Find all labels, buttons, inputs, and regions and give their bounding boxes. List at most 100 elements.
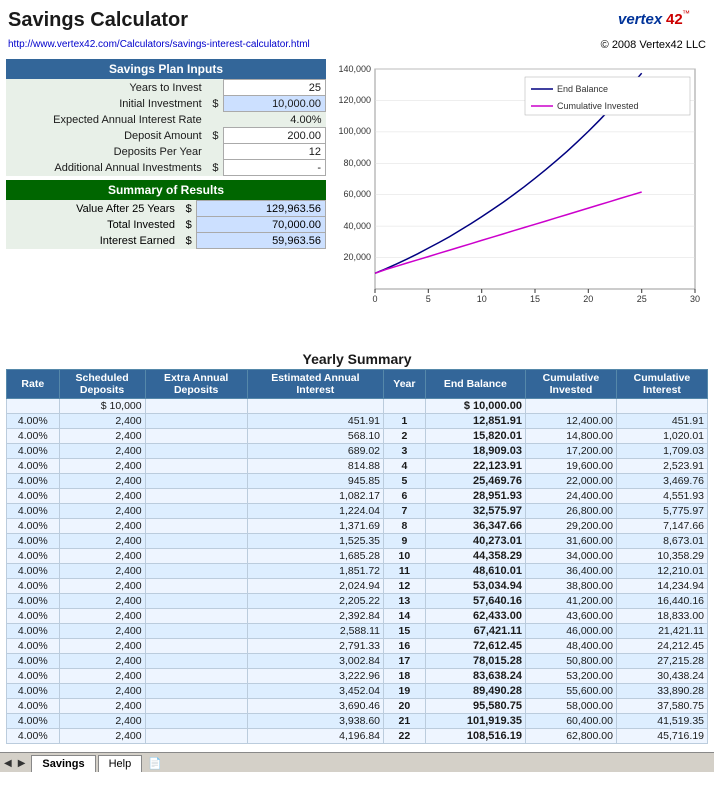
deposit-value[interactable]: 200.00 [224,128,326,144]
cell-year: 10 [384,549,426,564]
tab-insert-icon[interactable]: 📄 [148,757,162,770]
cell-year: 11 [384,564,426,579]
table-row: 4.00% 2,400 2,392.84 14 62,433.00 43,600… [7,609,708,624]
cell-rate: 4.00% [7,444,60,459]
cell-year: 7 [384,504,426,519]
col-header-interest: Estimated AnnualInterest [247,370,383,399]
rate-value: 4.00% [224,112,326,128]
cell-cum-interest: 14,234.94 [616,579,707,594]
cell-extra [145,474,247,489]
cell-cum-invested: 53,200.00 [525,669,616,684]
years-value[interactable]: 25 [224,80,326,96]
cell-interest: 2,588.11 [247,624,383,639]
cell-rate: 4.00% [7,504,60,519]
cell-end-balance: 78,015.28 [425,654,525,669]
cell-extra [145,564,247,579]
results-section-header: Summary of Results [6,180,326,200]
cell-end-balance: 28,951.93 [425,489,525,504]
cell-interest: 814.88 [247,459,383,474]
input-row-deposit: Deposit Amount $ 200.00 [6,128,326,144]
results-table: Value After 25 Years $ 129,963.56 Total … [6,200,326,249]
cell-end-balance: 101,919.35 [425,714,525,729]
cell-year: 9 [384,534,426,549]
cell-cum-invested: 58,000.00 [525,699,616,714]
cell-rate: 4.00% [7,684,60,699]
tab-scroll-right[interactable]: ▶ [18,758,26,769]
additional-dollar: $ [208,160,224,176]
cell-year: 1 [384,414,426,429]
cell-interest: 3,002.84 [247,654,383,669]
cell-cum-interest: 3,469.76 [616,474,707,489]
tab-scroll-left[interactable]: ◀ [4,758,12,769]
years-dollar [208,80,224,96]
cell-cum-invested: 24,400.00 [525,489,616,504]
input-row-rate: Expected Annual Interest Rate 4.00% [6,112,326,128]
cell-interest: 1,224.04 [247,504,383,519]
cell-year: 22 [384,729,426,744]
cell-cum-interest: 30,438.24 [616,669,707,684]
cell-cum-invested: 31,600.00 [525,534,616,549]
svg-text:25: 25 [637,294,647,304]
result-row-invested: Total Invested $ 70,000.00 [6,217,326,233]
cell-interest: 3,222.96 [247,669,383,684]
cell-interest: 1,685.28 [247,549,383,564]
cell-extra [145,639,247,654]
cell-interest: 2,024.94 [247,579,383,594]
cell-interest: 3,452.04 [247,684,383,699]
input-row-years: Years to Invest 25 [6,80,326,96]
cell-extra [145,534,247,549]
interest-amount: 59,963.56 [197,233,326,249]
cell-scheduled: 2,400 [59,714,145,729]
table-row: 4.00% 2,400 814.88 4 22,123.91 19,600.00… [7,459,708,474]
table-row: 4.00% 2,400 3,938.60 21 101,919.35 60,40… [7,714,708,729]
cell-cum-interest: 18,833.00 [616,609,707,624]
cell-year: 8 [384,519,426,534]
cell-cum-invested: 48,400.00 [525,639,616,654]
cell-rate: 4.00% [7,564,60,579]
initial-value[interactable]: 10,000.00 [224,96,326,112]
invested-label: Total Invested [6,217,181,233]
col-header-end-balance: End Balance [425,370,525,399]
cell-cum-interest: 10,358.29 [616,549,707,564]
cell-end-balance: 89,490.28 [425,684,525,699]
additional-value[interactable]: - [224,160,326,176]
tab-bar: ◀ ▶ Savings Help 📄 [0,752,714,772]
col-header-rate: Rate [7,370,60,399]
cell-scheduled: 2,400 [59,729,145,744]
table-row: 4.00% 2,400 1,224.04 7 32,575.97 26,800.… [7,504,708,519]
cell-cum-invested: 17,200.00 [525,444,616,459]
cell-extra [145,729,247,744]
deposits-per-year-value[interactable]: 12 [224,144,326,160]
table-row: 4.00% 2,400 451.91 1 12,851.91 12,400.00… [7,414,708,429]
cell-cum-invested: 29,200.00 [525,519,616,534]
cell-cum-interest: 1,709.03 [616,444,707,459]
cell-scheduled: 2,400 [59,654,145,669]
cell-cum-interest: 7,147.66 [616,519,707,534]
cell-cum-invested: 26,800.00 [525,504,616,519]
invested-amount: 70,000.00 [197,217,326,233]
cell-extra [145,699,247,714]
svg-text:42: 42 [666,11,683,28]
table-header-row: Rate ScheduledDeposits Extra AnnualDepos… [7,370,708,399]
cell-scheduled: 2,400 [59,459,145,474]
chart-area: 140,000 120,000 100,000 80,000 60,000 40… [332,59,708,339]
cell-extra [145,399,247,414]
cell-rate: 4.00% [7,609,60,624]
calculator-link[interactable]: http://www.vertex42.com/Calculators/savi… [8,39,310,51]
cell-rate: 4.00% [7,594,60,609]
svg-text:100,000: 100,000 [338,126,371,136]
svg-text:20: 20 [583,294,593,304]
table-row: 4.00% 2,400 3,690.46 20 95,580.75 58,000… [7,699,708,714]
tab-help[interactable]: Help [98,755,143,772]
cell-cum-interest: 451.91 [616,414,707,429]
rate-label: Expected Annual Interest Rate [6,112,208,128]
cell-rate: 4.00% [7,489,60,504]
cell-cum-interest: 33,890.28 [616,684,707,699]
cell-extra [145,414,247,429]
vertex42-logo: vertex 42 ™ [616,4,706,34]
tab-savings[interactable]: Savings [31,755,95,772]
cell-cum-invested: 43,600.00 [525,609,616,624]
cell-rate: 4.00% [7,639,60,654]
cell-rate: 4.00% [7,654,60,669]
table-row-init: $ 10,000 $ 10,000.00 [7,399,708,414]
